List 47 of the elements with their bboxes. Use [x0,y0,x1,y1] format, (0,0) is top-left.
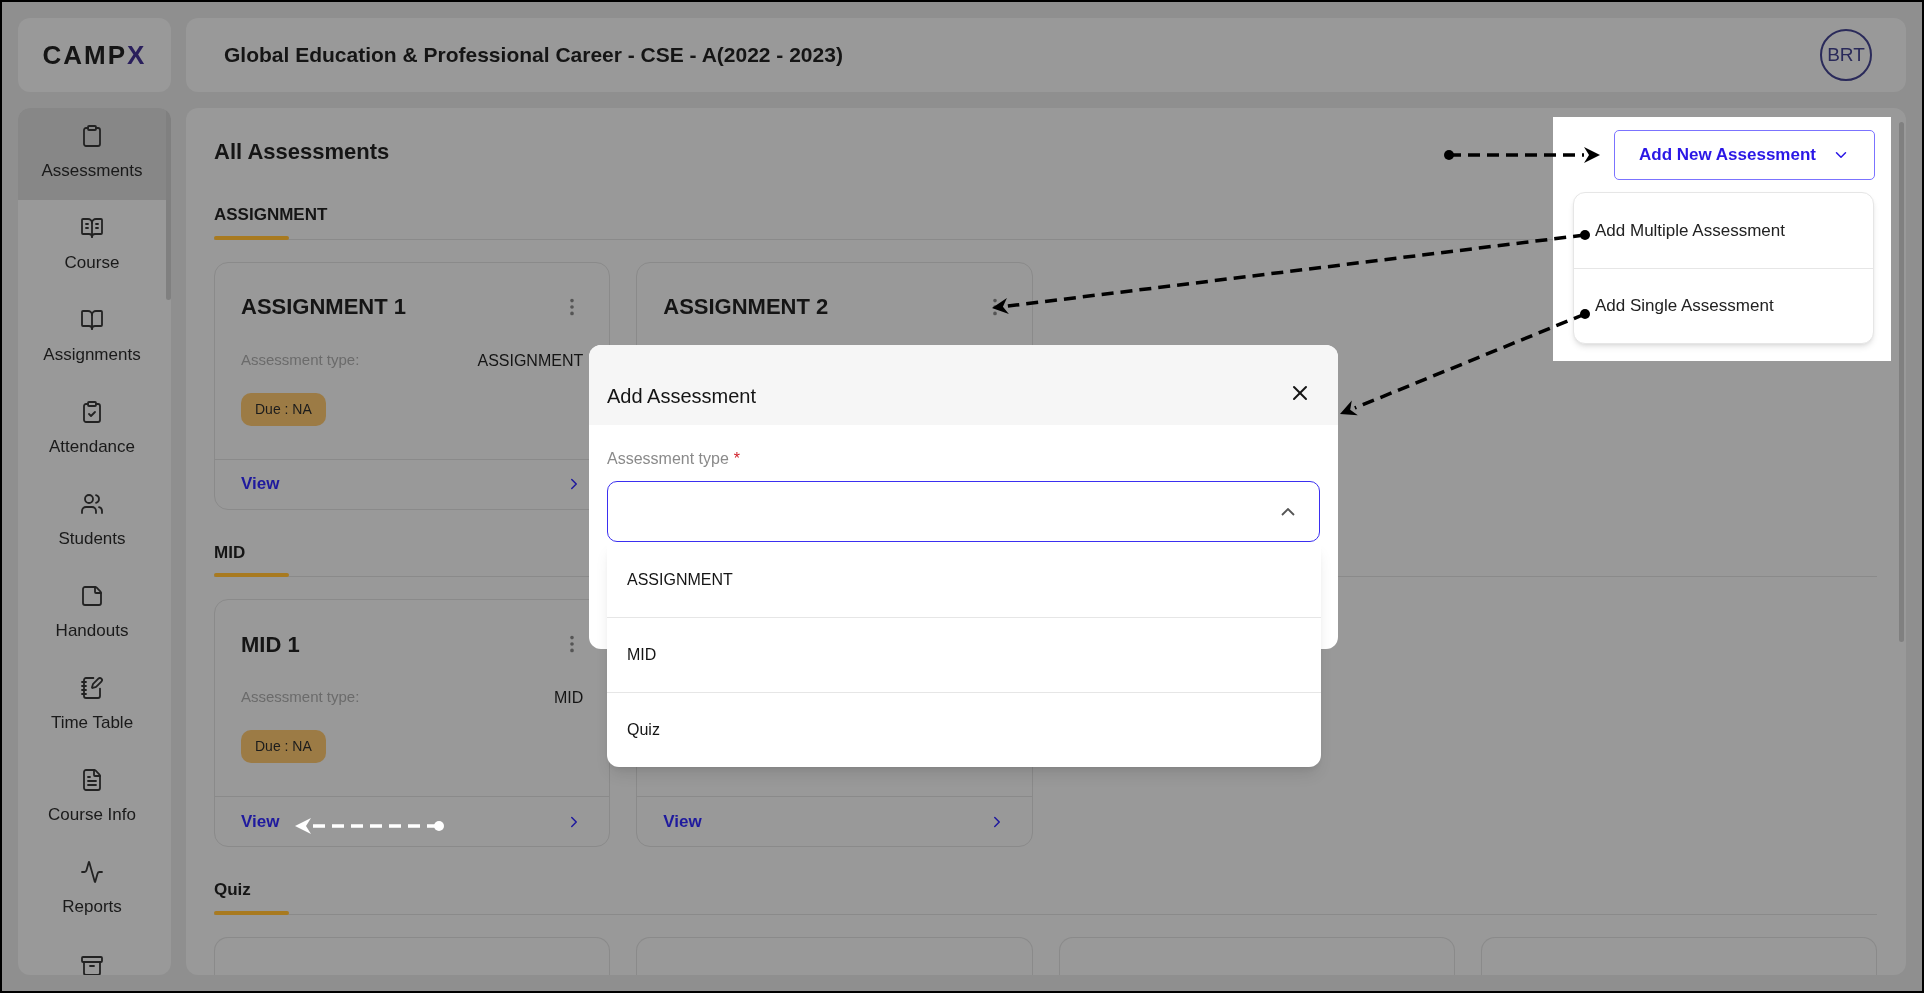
add-assessment-button[interactable]: Add New Assessment [1614,130,1875,180]
view-link[interactable]: View [663,808,702,835]
modal-title: Add Assessment [607,384,756,409]
card-title: MID 1 [241,630,300,659]
document-icon [80,768,104,793]
scrollbar[interactable] [1899,122,1904,642]
avatar[interactable]: BRT [1820,29,1872,81]
sidebar-item[interactable]: Students [18,476,166,568]
page-title: All Assessments [214,137,390,166]
clipboard-check-icon [80,400,104,425]
chevron-up-icon [1281,507,1295,516]
section-title: ASSIGNMENT [214,205,328,224]
section-title: MID [214,542,246,562]
sidebar-item[interactable]: Course [18,200,166,292]
section-title: Quiz [214,880,251,899]
field-label: Assessment type [607,449,729,469]
option-item[interactable]: ASSIGNMENT [607,542,1321,617]
type-value: MID [553,688,584,708]
sidebar-item[interactable]: Assignments [18,292,166,384]
menu-item[interactable]: Add Multiple Assessment [1574,193,1873,268]
logo: CAMPX [42,38,147,72]
sidebar-item[interactable]: Course Info [18,752,166,844]
book-icon [80,308,104,333]
required-mark: * [733,449,741,469]
card-title: ASSIGNMENT 2 [663,293,829,321]
chart-icon [80,860,104,885]
course-title: Global Education & Professional Career - CSE - A(2022 - 2023) [224,42,843,69]
book-icon [80,216,104,241]
view-link[interactable]: View [241,808,280,835]
due-badge: Due : NA [241,392,326,426]
option-item[interactable]: Quiz [607,692,1321,767]
notebook-icon [80,676,104,701]
sidebar-item[interactable]: Reports [18,844,166,936]
type-value: ASSIGNMENT [477,350,584,371]
sidebar-item[interactable]: Assessments [18,108,166,200]
due-badge: Due : NA [241,730,326,763]
select-field[interactable] [607,481,1320,542]
archive-icon[interactable] [80,954,104,975]
users-icon [80,492,104,517]
option-item[interactable]: MID [607,617,1321,692]
sidebar-item[interactable]: Attendance [18,384,166,476]
clipboard-icon [80,124,104,149]
sidebar-item[interactable]: Time Table [18,660,166,752]
sidebar-item[interactable]: Handouts [18,568,166,660]
view-link[interactable]: View [241,471,280,497]
card-title: ASSIGNMENT 1 [241,293,407,321]
note-icon [80,584,104,609]
